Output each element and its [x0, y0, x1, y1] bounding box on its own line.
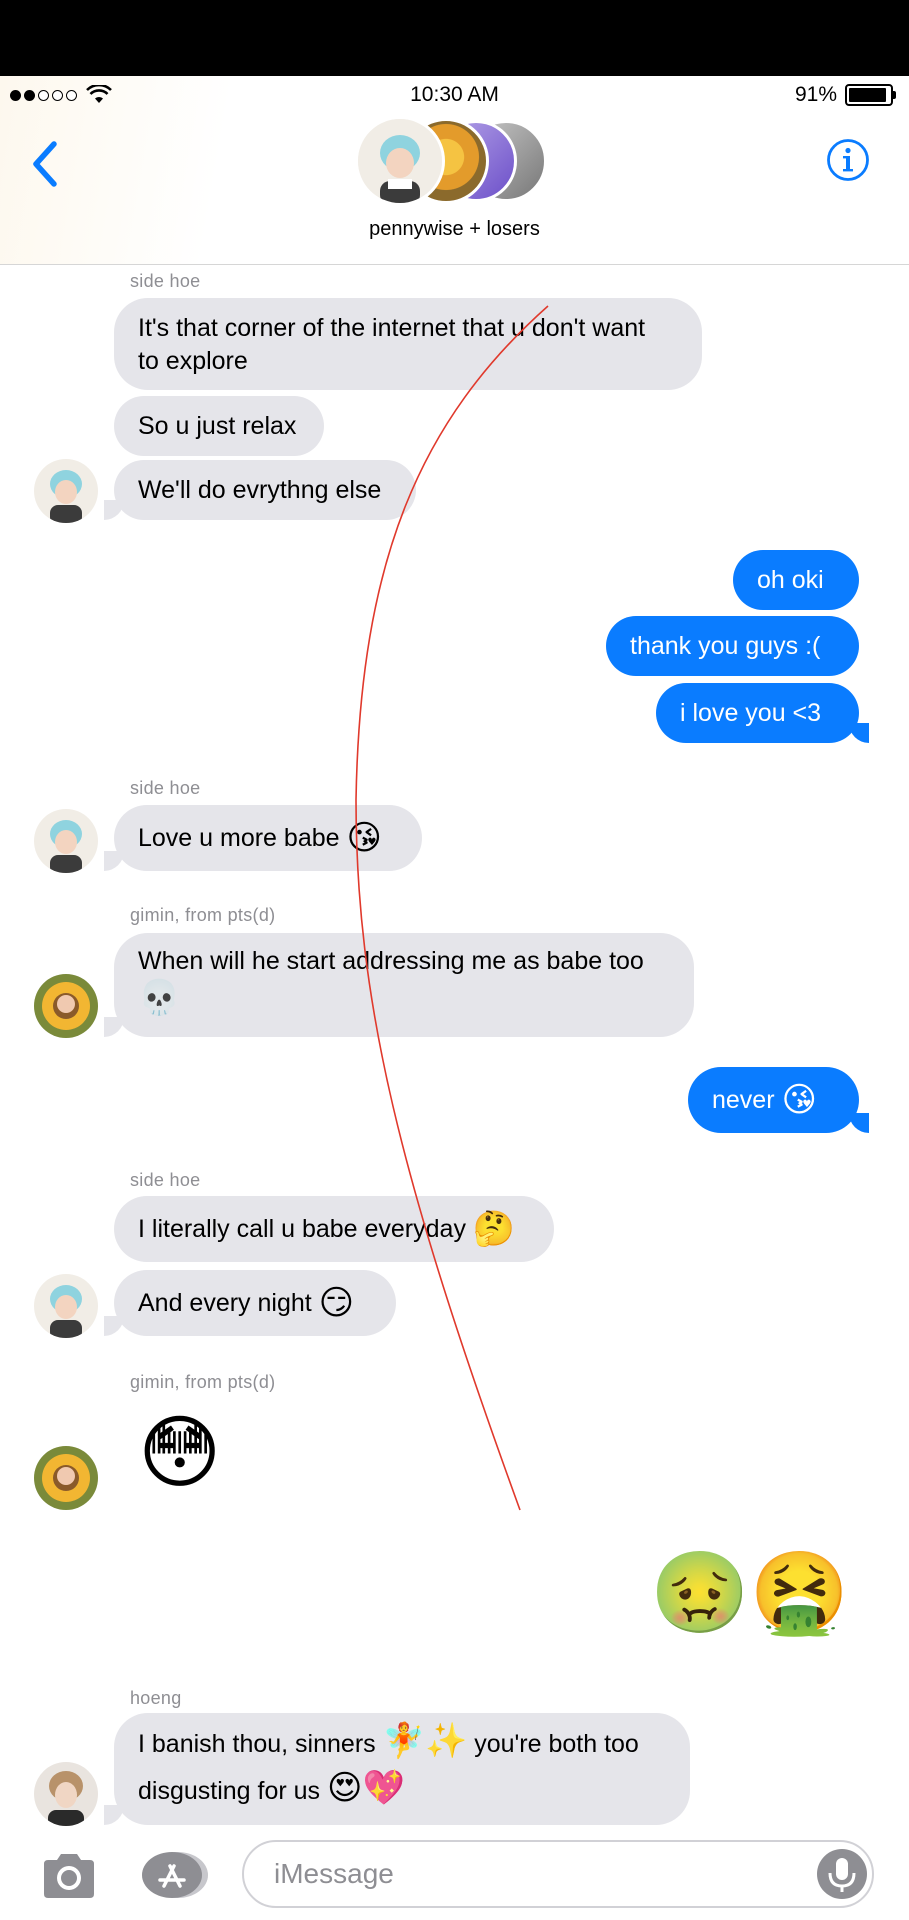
message-input[interactable]: iMessage — [242, 1840, 874, 1908]
camera-button[interactable] — [40, 1850, 98, 1900]
message-input-placeholder: iMessage — [274, 1858, 394, 1889]
microphone-button[interactable] — [816, 1848, 868, 1900]
red-line-annotation — [355, 305, 549, 1511]
camera-icon — [44, 1854, 94, 1898]
app-store-icon — [142, 1852, 208, 1898]
microphone-icon — [817, 1849, 867, 1899]
app-store-button[interactable] — [140, 1850, 210, 1900]
